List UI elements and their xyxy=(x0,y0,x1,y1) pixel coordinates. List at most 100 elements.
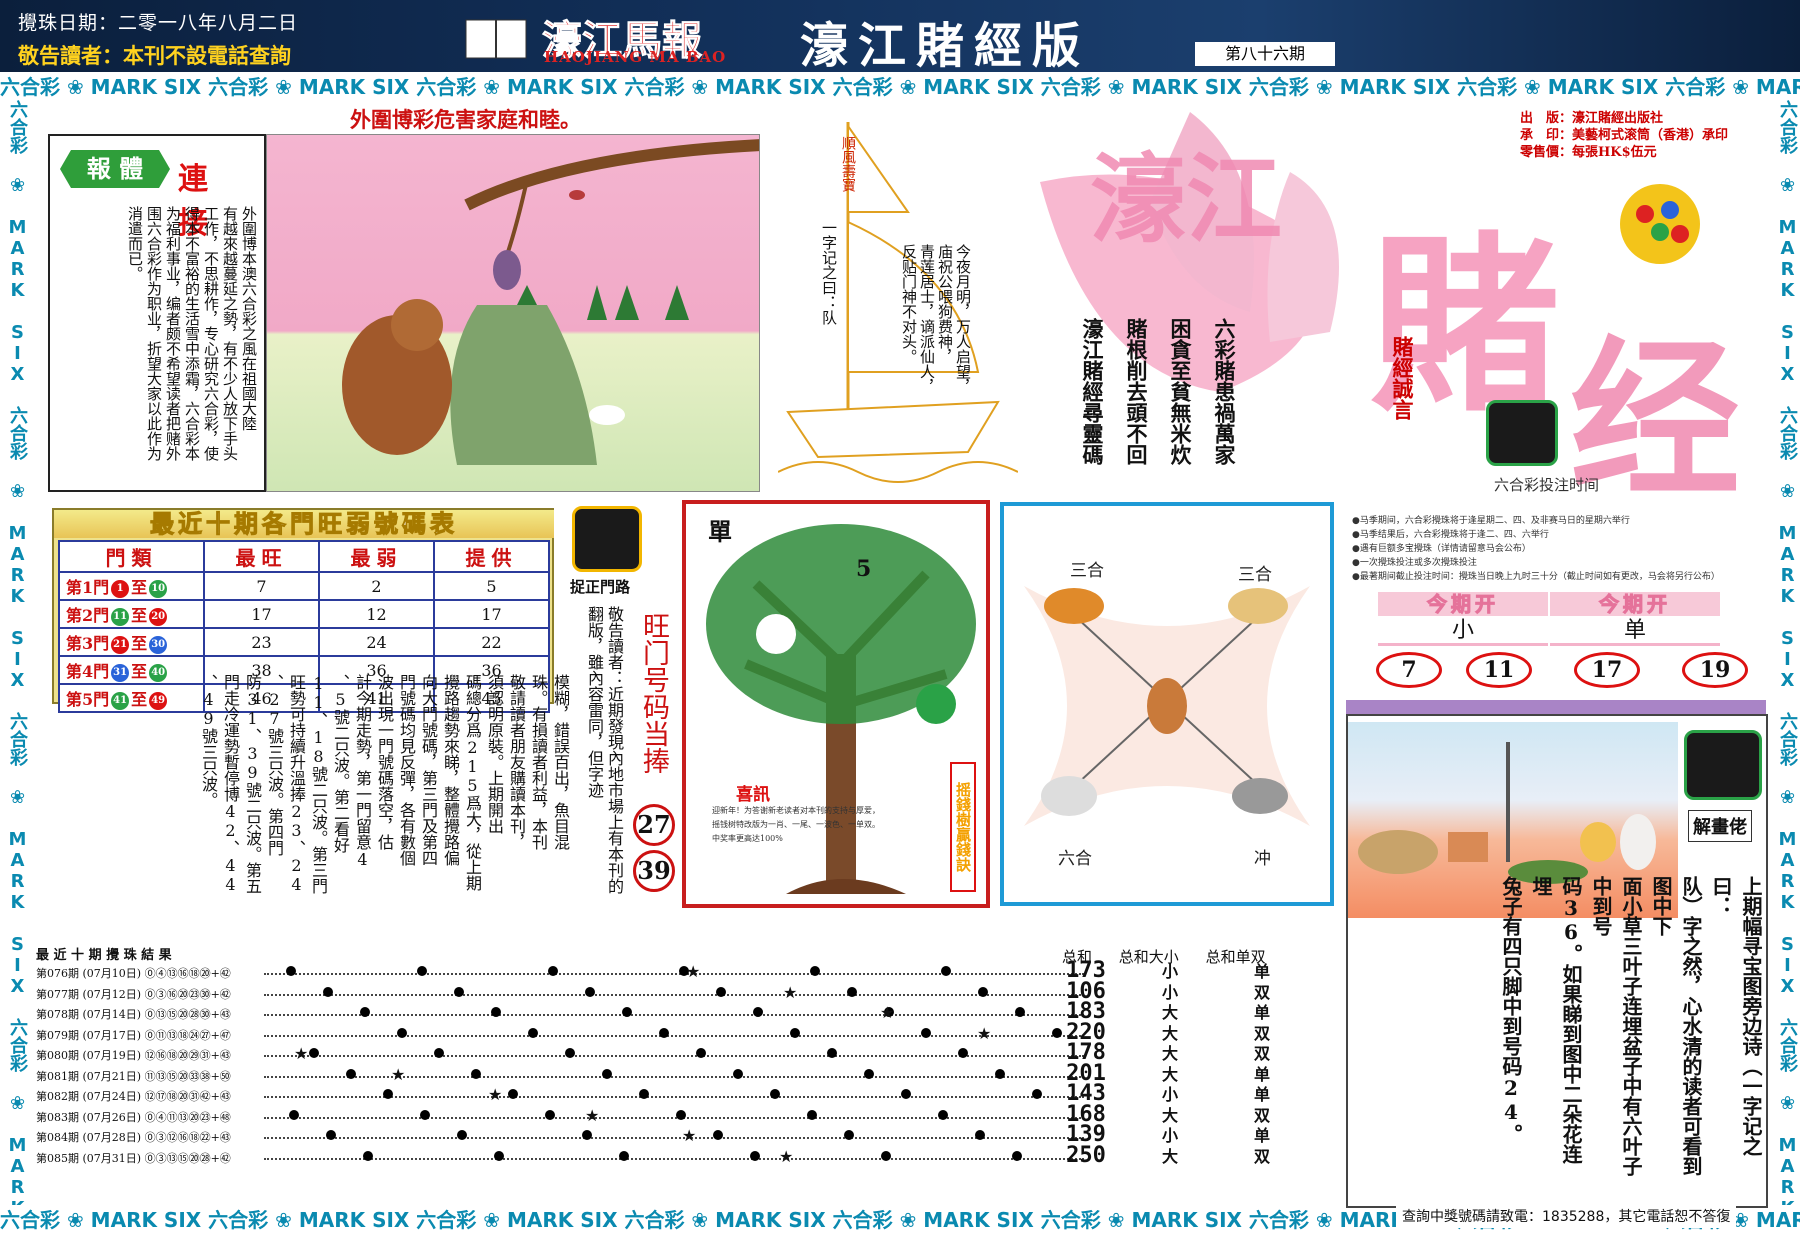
zodiac-label: 冲 xyxy=(1254,849,1271,869)
result-ball-mark xyxy=(810,966,820,976)
hot-cell-min: 2 xyxy=(318,571,435,601)
rule-line: ●遇有巨额多宝攪珠（详情请留意马会公布） xyxy=(1352,544,1531,554)
door-label: 第3門 xyxy=(66,634,110,653)
ball-to: 20 xyxy=(149,607,168,626)
result-ball-mark xyxy=(978,986,988,997)
result-label: 第083期 (07月26日) ⓪④⑪⑬⑳㉓+㊽ xyxy=(36,1110,231,1124)
dog-icon xyxy=(1228,588,1288,624)
poem-line: 反贴门神不对头。 xyxy=(900,244,918,364)
result-label: 第076期 (07月10日) ⓪④⑬⑯⑱⑳+㊷ xyxy=(36,967,231,980)
analysis-col: 、27號三只波。第四門 xyxy=(265,674,284,856)
result-ball-mark xyxy=(582,1130,592,1140)
special-ball-mark: ★ xyxy=(391,1064,406,1084)
results-title: 最 近 十 期 攪 珠 結 果 xyxy=(36,948,172,963)
publisher-line: 承 印：美藝柯式滚筒（香港）承印 xyxy=(1520,128,1729,143)
hot-cell-min: 12 xyxy=(318,599,435,629)
analysis-col: 門走冷運勢暫停博42、44 xyxy=(221,674,240,894)
col-header: 提供 xyxy=(433,540,550,573)
col-header: 門類 xyxy=(58,540,205,573)
rule-line: ●一次攪珠投注或多次攪珠投注 xyxy=(1352,558,1477,568)
result-label: 第078期 (07月14日) ⓪⑬⑮⑳㉘㉚+㊸ xyxy=(36,1008,231,1021)
riddle-label: 解畫佬 xyxy=(1688,810,1752,842)
door-cell: 第3門 21 至 30 xyxy=(58,627,205,657)
result-sum: 250 xyxy=(1066,1142,1106,1168)
rule-line: ●马季结果后，六合彩攪珠将于逢二、四、六举行 xyxy=(1352,530,1549,540)
result-dotline xyxy=(264,1157,1084,1160)
issue-number: 第八十六期 xyxy=(1195,42,1335,66)
zodiac-label: 三合 xyxy=(1238,565,1272,585)
poem-line: 庙祝公喂狗费神， xyxy=(936,244,954,364)
result-ball-mark xyxy=(360,1007,370,1017)
col-header: 最弱 xyxy=(318,540,435,573)
result-ball-mark xyxy=(659,1027,669,1038)
special-ball-mark: ★ xyxy=(682,1126,697,1145)
result-ball-mark xyxy=(753,1007,763,1017)
riddle-col: 码36。如果睇到图中二朵花连埋 xyxy=(1529,876,1583,1164)
xi-text: 迎新年！为答谢新老读者对本刊的支持与厚爱，摇钱树特改版为一肖、一尾、一波色、一单… xyxy=(712,806,880,843)
hot-table-row: 第3門 21 至 30 23 24 22 xyxy=(58,627,550,657)
horse-icon xyxy=(1147,678,1187,734)
result-ball-mark xyxy=(528,1027,538,1038)
result-ball-mark xyxy=(454,986,464,997)
result-ball-mark xyxy=(585,986,595,997)
result-ball-mark xyxy=(958,1048,968,1058)
result-ball-mark xyxy=(1012,1150,1022,1161)
analysis-col: 敬請讀者朋友購讀本刊， xyxy=(507,674,526,850)
special-ball-mark: ★ xyxy=(294,1044,309,1063)
result-ball-mark xyxy=(397,1027,407,1038)
analysis-col: 計今期走勢，第一門留意4 xyxy=(353,674,372,869)
link-col: 外圍博本澳六合彩之風在祖國大陸 xyxy=(240,206,258,431)
door-label: 第5門 xyxy=(66,690,110,709)
analysis-col: 門號碼均見反彈，各有數個 xyxy=(397,674,416,866)
analysis-col: 向大門號碼，第三門及第四 xyxy=(419,674,438,866)
open-value: 小 xyxy=(1378,616,1548,646)
open-number: 19 xyxy=(1682,652,1748,688)
masthead: 攪珠日期：二零一八年八月二日 敬告讀者：本刊不設電話查詢 濠江馬報 HAOJIA… xyxy=(0,0,1800,74)
analysis-col: 須認明原裝。上期開出 xyxy=(485,674,504,834)
result-ball-mark xyxy=(565,1048,575,1058)
result-dotline xyxy=(264,1034,1084,1037)
analysis-col: 珠。有損讀者利益，本刊 xyxy=(529,674,548,850)
rat-icon xyxy=(1232,778,1288,814)
analysis-col: 波出現一門號碼落空，估 xyxy=(375,674,394,850)
result-label: 第082期 (07月24日) ⑫⑰⑱⑳㉛㊷+㊸ xyxy=(36,1090,231,1103)
verses: 濠江賭經尋靈碼 賭根削去頭不回 困貪至貧無米炊 六彩賭患禍萬家 xyxy=(1060,318,1237,478)
table-title: 最近十期各門旺弱號碼表 xyxy=(54,509,554,538)
result-ball-mark xyxy=(844,1130,854,1140)
open-number: 11 xyxy=(1466,652,1532,688)
result-ball-mark xyxy=(921,1027,931,1038)
result-ball-mark xyxy=(790,1027,800,1038)
special-ball-mark: ★ xyxy=(783,982,798,1002)
result-ball-mark xyxy=(471,1068,481,1079)
ball-from: 11 xyxy=(111,607,130,626)
door-cell: 第1門 1 至 10 xyxy=(58,571,205,601)
open-book-icon xyxy=(465,19,527,59)
open-value: 单 xyxy=(1550,616,1720,646)
result-ball-mark xyxy=(383,1089,393,1099)
result-ball-mark xyxy=(733,1068,743,1079)
result-ball-mark xyxy=(508,1089,518,1099)
result-ball-mark xyxy=(548,966,558,976)
results-grid: 第076期 (07月10日) ⓪④⑬⑯⑱⑳+㊷ ★ 第077期 (07月12日) ⓪… xyxy=(36,962,1084,1202)
result-size: 大 xyxy=(1161,1146,1178,1166)
result-label: 第084期 (07月28日) ⓪③⑫⑯⑱㉒+㊸ xyxy=(36,1131,231,1144)
link-col: 消遣而已。 xyxy=(126,206,144,281)
tree-side-label: 摇錢樹贏錢訣 xyxy=(950,762,976,892)
door-label: 第4門 xyxy=(66,662,110,681)
title-haojiang: 濠江 xyxy=(1090,143,1282,256)
ball-from: 1 xyxy=(111,579,130,598)
result-ball-mark xyxy=(417,966,427,976)
hot-cell-offer: 5 xyxy=(433,571,550,601)
link-col: 有越來越蔓延之勢，有不少人放下手头 xyxy=(221,206,239,461)
zodiac-label: 六合 xyxy=(1058,849,1092,869)
result-ball-mark xyxy=(491,1007,501,1017)
special-ball-mark: ★ xyxy=(977,1023,992,1043)
warning-title: 外圍博彩危害家庭和睦。 xyxy=(350,107,581,132)
link-col: 得本不富裕的生活雪中添霜，六合彩本 xyxy=(183,206,201,461)
link-badge: 報 體 連 接 xyxy=(60,146,208,241)
result-ball-mark xyxy=(713,1130,723,1140)
riddle-col: 队）字之然，心水清的读者可看到图中下 xyxy=(1649,876,1703,1176)
result-ball-mark xyxy=(545,1109,555,1120)
hand-pointing-icon xyxy=(572,506,642,572)
result-ball-mark xyxy=(420,1109,430,1120)
